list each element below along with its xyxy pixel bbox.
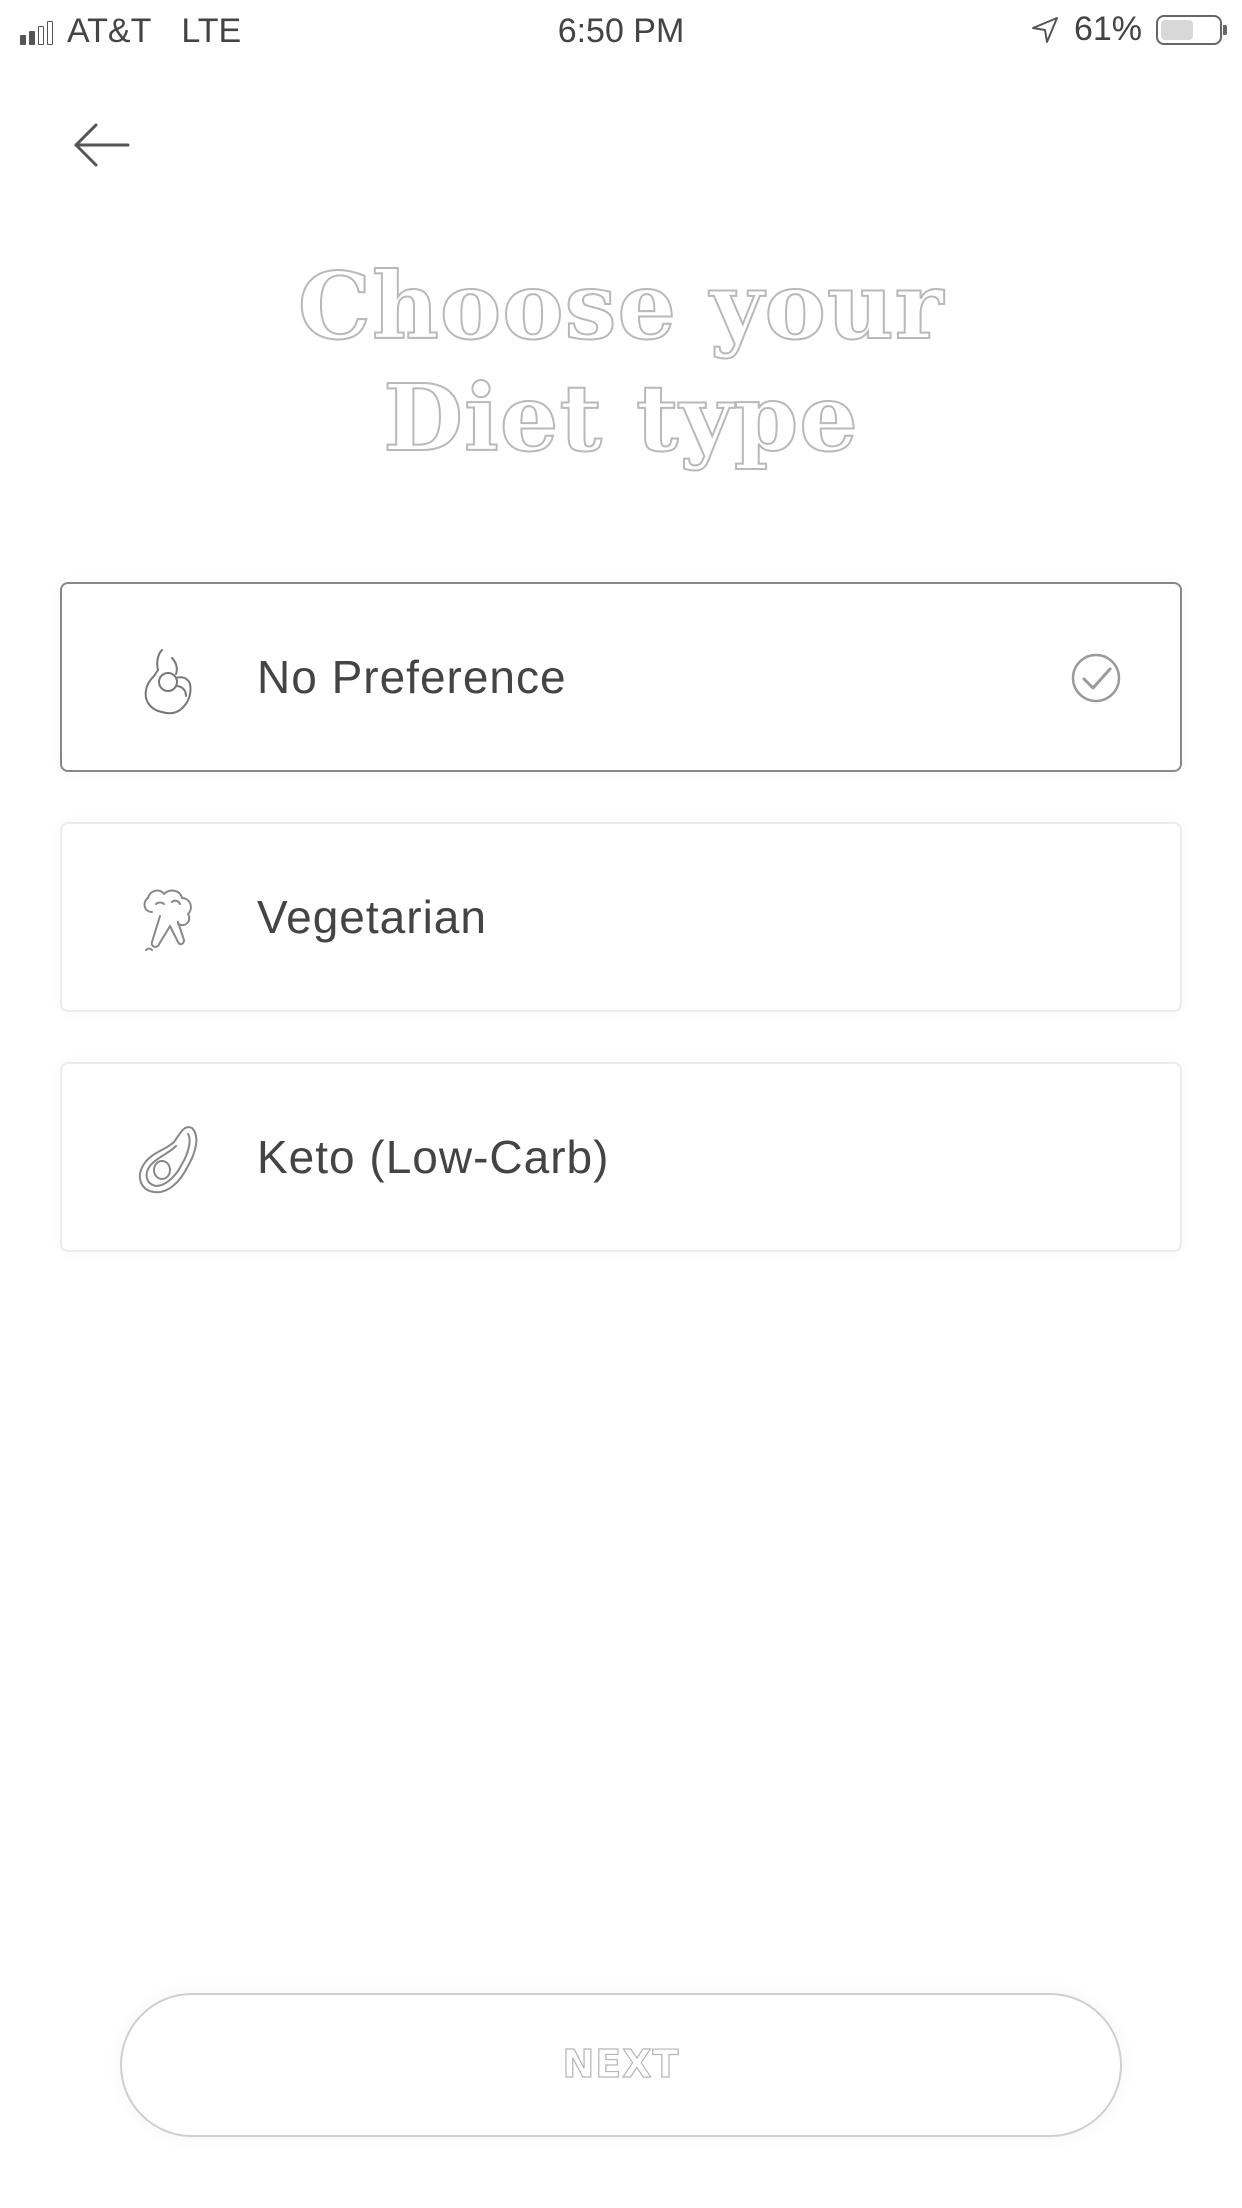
back-button[interactable]: [70, 115, 134, 175]
next-button[interactable]: NEXT: [120, 1993, 1122, 2137]
option-keto[interactable]: Keto (Low-Carb): [60, 1062, 1182, 1252]
location-arrow-icon: [1031, 16, 1058, 43]
status-bar: AT&T LTE 6:50 PM 61%: [0, 0, 1242, 60]
page-title: Choose your Diet type: [0, 250, 1242, 474]
checkmark-circle-icon: [1071, 653, 1121, 703]
page-title-line-2: Diet type: [382, 363, 859, 473]
option-no-preference[interactable]: No Preference: [60, 582, 1182, 772]
option-vegetarian[interactable]: Vegetarian: [60, 822, 1182, 1012]
diet-options-list: No Preference Vegetarian Keto (Low-Carb): [60, 582, 1182, 1302]
option-label: No Preference: [257, 651, 567, 703]
ok-hand-icon: [144, 649, 192, 715]
page-title-line-1: Choose your: [297, 251, 945, 361]
battery-percent: 61%: [1073, 10, 1142, 48]
avocado-icon: [138, 1126, 198, 1194]
option-label: Keto (Low-Carb): [257, 1131, 610, 1183]
arrow-left-icon: [74, 123, 130, 167]
broccoli-icon: [143, 889, 192, 951]
option-label: Vegetarian: [257, 891, 487, 943]
status-right: 61%: [1030, 10, 1227, 49]
battery-icon: [1156, 14, 1227, 45]
